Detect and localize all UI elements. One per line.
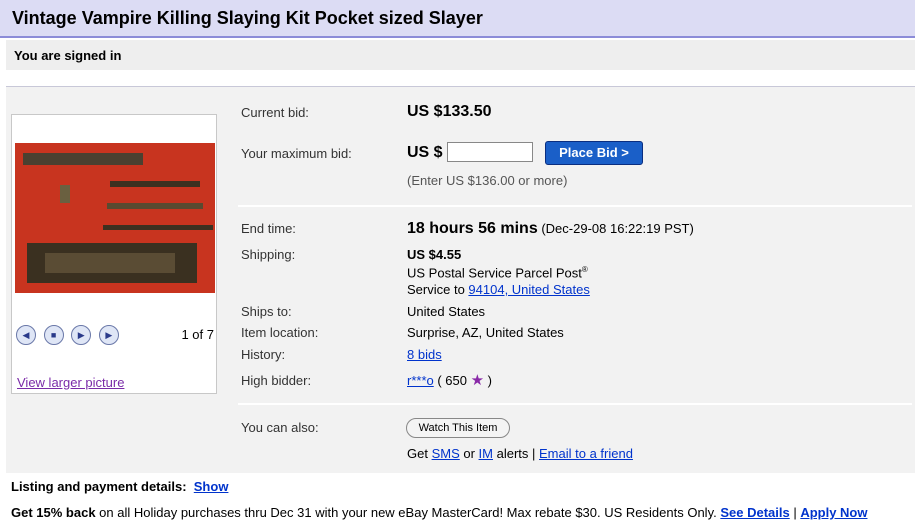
photo-counter: 1 of 7 — [181, 327, 214, 342]
bid-history-link[interactable]: 8 bids — [407, 347, 442, 362]
or-text: or — [459, 446, 479, 461]
ships-to-label: Ships to: — [241, 304, 292, 319]
alerts-text: alerts | — [493, 446, 540, 461]
shipping-service-text: US Postal Service Parcel Post — [407, 265, 582, 281]
purple-star-icon: ★ — [470, 372, 485, 389]
high-bidder: r***o ( 650 ★ ) — [407, 371, 492, 389]
play-icon[interactable]: ▶ — [71, 325, 92, 345]
item-location-value: Surprise, AZ, United States — [407, 325, 564, 340]
history-label: History: — [241, 347, 286, 362]
see-details-link[interactable]: See Details — [720, 505, 789, 520]
bid-currency: US $ — [407, 144, 443, 161]
listing-details: Listing and payment details: Show — [11, 479, 228, 494]
view-larger-picture-link[interactable]: View larger picture — [17, 375, 124, 390]
promo-bold: Get 15% back — [11, 505, 96, 520]
bidder-score-open: ( 650 — [433, 373, 471, 388]
gallery: ◀ ■ ▶ ▶ 1 of 7 View larger picture — [11, 114, 217, 394]
end-time-value: 18 hours 56 mins (Dec-29-08 16:22:19 PST… — [407, 220, 694, 238]
shipping-service: US Postal Service Parcel Post® — [407, 265, 588, 280]
service-to-prefix: Service to — [407, 282, 469, 297]
watch-item-button[interactable]: Watch This Item — [406, 418, 510, 438]
email-friend-link[interactable]: Email to a friend — [539, 446, 633, 461]
shipping-cost: US $4.55 — [407, 247, 462, 262]
high-bidder-link[interactable]: r***o — [407, 373, 434, 388]
promo-text: on all Holiday purchases thru Dec 31 wit… — [95, 505, 721, 520]
bidder-score-close: ) — [484, 373, 493, 388]
max-bid-input[interactable] — [447, 142, 533, 162]
bid-hint: (Enter US $136.00 or more) — [407, 173, 568, 188]
ships-to-value: United States — [407, 304, 486, 319]
page-title: Vintage Vampire Killing Slaying Kit Pock… — [12, 8, 483, 28]
shipping-label: Shipping: — [241, 247, 296, 262]
service-to: Service to 94104, United States — [407, 282, 590, 297]
apply-now-link[interactable]: Apply Now — [800, 505, 867, 520]
im-link[interactable]: IM — [479, 446, 493, 461]
show-link[interactable]: Show — [194, 479, 229, 494]
listing-details-label: Listing and payment details: — [11, 479, 187, 494]
time-left: 18 hours 56 mins — [407, 220, 538, 237]
end-date: (Dec-29-08 16:22:19 PST) — [541, 221, 694, 236]
stop-icon[interactable]: ■ — [43, 325, 64, 345]
registered-mark: ® — [581, 265, 588, 274]
you-can-also-label: You can also: — [241, 420, 319, 435]
previous-icon[interactable]: ◀ — [16, 325, 36, 345]
gallery-controls: ◀ ■ ▶ ▶ — [16, 325, 123, 345]
alerts-line: Get SMS or IM alerts | Email to a friend — [407, 446, 633, 461]
title-bar: Vintage Vampire Killing Slaying Kit Pock… — [0, 0, 915, 38]
get-text: Get — [407, 446, 432, 461]
place-bid-button[interactable]: Place Bid > — [545, 141, 643, 165]
promo-separator: | — [789, 505, 801, 520]
current-bid-value: US $133.50 — [407, 103, 492, 120]
divider — [238, 403, 912, 405]
signed-in-bar: You are signed in — [6, 40, 915, 70]
sms-link[interactable]: SMS — [432, 446, 460, 461]
promo-banner: Get 15% back on all Holiday purchases th… — [11, 505, 867, 520]
max-bid-label: Your maximum bid: — [241, 146, 352, 161]
current-bid-label: Current bid: — [241, 105, 309, 120]
item-photo[interactable] — [15, 143, 215, 293]
high-bidder-label: High bidder: — [241, 373, 312, 388]
service-to-link[interactable]: 94104, United States — [468, 282, 589, 297]
next-icon[interactable]: ▶ — [98, 325, 119, 345]
signed-in-text: You are signed in — [14, 48, 122, 63]
divider — [238, 205, 912, 207]
item-location-label: Item location: — [241, 325, 319, 340]
end-time-label: End time: — [241, 221, 296, 236]
